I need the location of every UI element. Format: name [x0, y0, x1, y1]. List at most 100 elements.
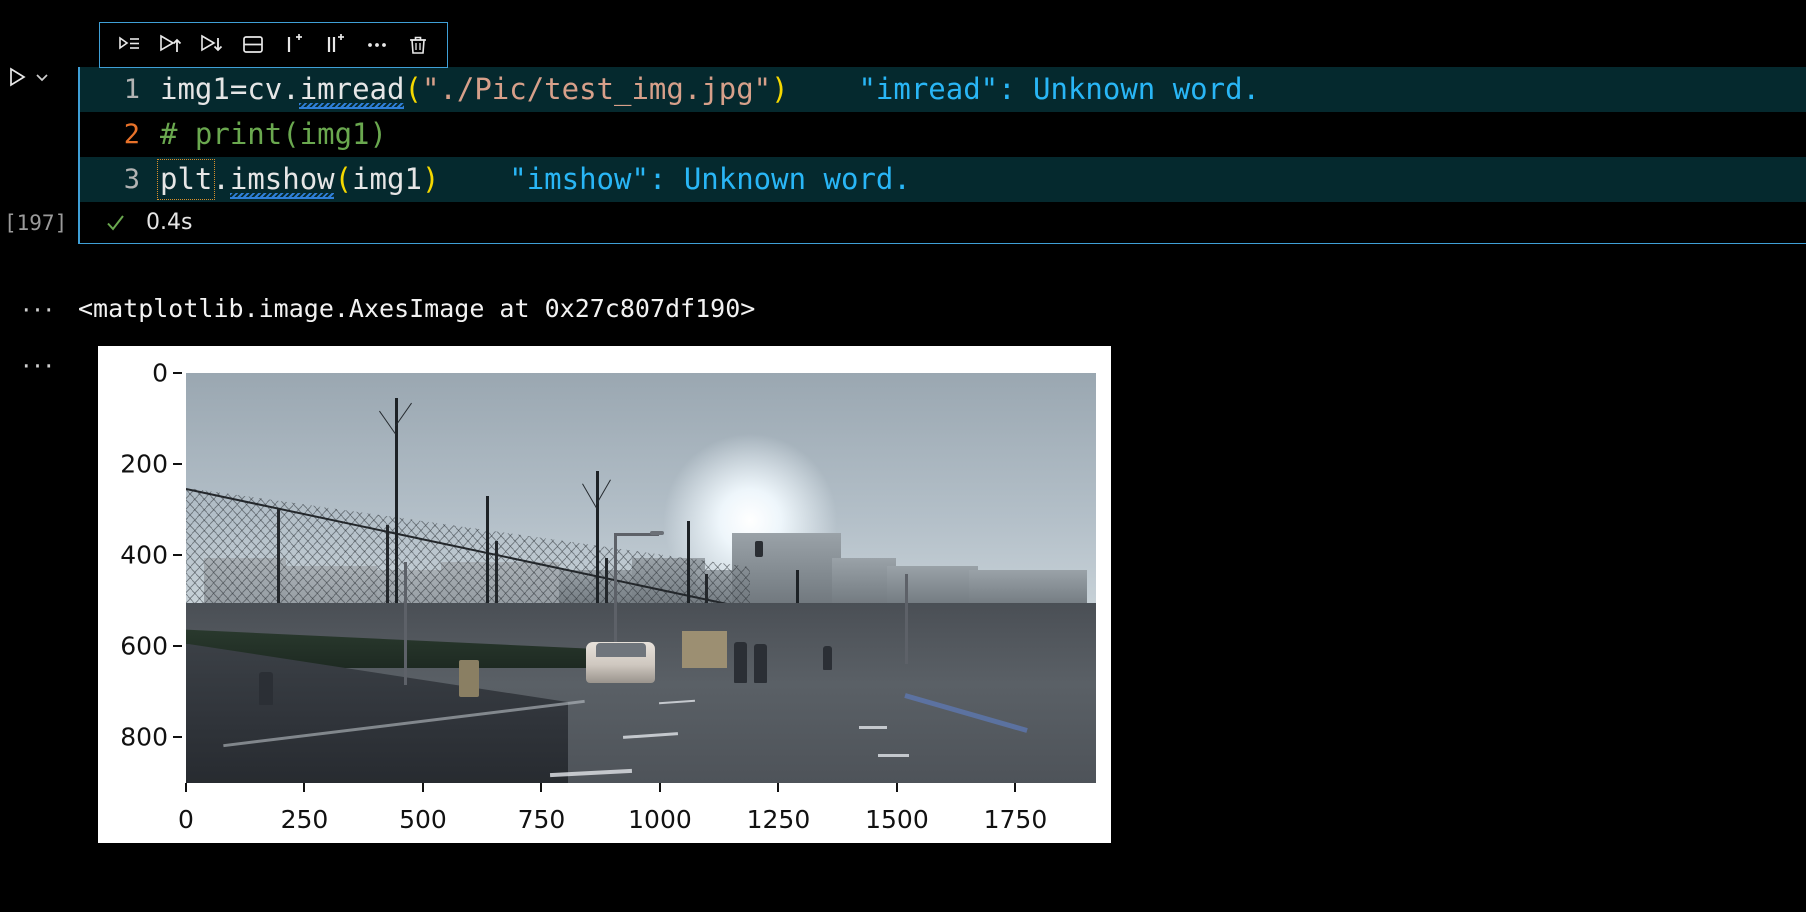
y-tick-mark — [173, 554, 182, 557]
code-token: . — [212, 162, 230, 196]
run-cell-icon[interactable] — [6, 66, 28, 88]
bare-tree — [395, 397, 399, 628]
cell-toolbar — [99, 22, 448, 68]
y-tick-mark — [173, 645, 182, 648]
annotation-spacer — [439, 162, 509, 196]
imshow-image — [186, 373, 1096, 783]
insert-markdown-cell-button[interactable] — [315, 25, 356, 65]
plot-output-options-icon[interactable]: ··· — [0, 346, 78, 382]
x-tick-mark — [895, 783, 898, 792]
cell-outputs: ··· <matplotlib.image.AxesImage at 0x27c… — [0, 290, 1806, 843]
code-token: ( — [404, 72, 422, 106]
output-options-icon[interactable]: ··· — [0, 290, 78, 326]
pedestrian — [258, 672, 274, 706]
cell-run-time: 0.4s — [146, 210, 193, 235]
x-tick-mark — [658, 783, 661, 792]
code-token: img1 — [352, 162, 422, 196]
x-tick-label: 1500 — [865, 805, 929, 834]
code-token: cv — [247, 72, 283, 106]
x-tick-mark — [185, 783, 187, 792]
execute-cell-and-below-button[interactable] — [191, 25, 232, 65]
y-tick-mark — [173, 372, 182, 374]
code-token: = — [229, 72, 248, 106]
y-tick-label: 400 — [120, 540, 168, 570]
code-token: ) — [421, 162, 440, 196]
plot-output-row: ··· 0 200 400 600 800 0 250 500 750 1000 1250 1500… — [0, 346, 1806, 843]
lane-marking — [859, 725, 887, 729]
pedestrian — [733, 641, 748, 683]
code-token: "./Pic/test_img.jpg" — [421, 72, 772, 106]
y-tick-label: 0 — [152, 358, 168, 388]
spell-error-squiggle — [229, 193, 334, 199]
code-editor[interactable]: 1 img1=cv.imread("./Pic/test_img.jpg") "i… — [80, 67, 1806, 202]
x-tick-label: 1250 — [746, 805, 811, 834]
code-token: img1 — [160, 72, 230, 106]
x-tick-mark — [1014, 783, 1017, 792]
x-tick-mark — [421, 783, 424, 792]
x-tick-label: 250 — [280, 805, 329, 834]
code-line-text: plt.imshow(img1) "imshow": Unknown word. — [157, 157, 911, 202]
y-tick-mark — [173, 463, 182, 466]
annotation-spacer — [789, 72, 859, 106]
line-number: 1 — [123, 74, 140, 105]
car-windshield — [595, 642, 646, 657]
execution-count: [197] — [4, 210, 68, 235]
execute-cell-and-above-button[interactable] — [149, 25, 190, 65]
cell-status-row: [197] 0.4s — [4, 202, 1806, 244]
inline-diagnostic-message: "imshow": Unknown word. — [509, 162, 911, 196]
code-line[interactable]: 1 img1=cv.imread("./Pic/test_img.jpg") "i… — [80, 67, 1806, 112]
check-icon — [104, 212, 126, 234]
code-token: imread — [299, 72, 405, 106]
code-line[interactable]: 2 # print(img1) — [80, 112, 1806, 157]
code-line-text: # print(img1) — [160, 112, 387, 157]
matplotlib-figure: 0 200 400 600 800 0 250 500 750 1000 1250 1500 1750 — [98, 346, 1111, 843]
x-tick-label: 750 — [517, 805, 566, 834]
x-tick-label: 1750 — [983, 805, 1048, 834]
lane-marking — [877, 754, 910, 758]
insert-code-cell-button[interactable] — [274, 25, 315, 65]
x-axis-ticks: 0 250 500 750 1000 1250 1500 1750 — [98, 783, 1111, 843]
more-actions-button[interactable] — [356, 25, 397, 65]
code-token: ( — [334, 162, 353, 196]
cell-run-gutter — [6, 60, 68, 94]
pedestrian — [753, 643, 768, 683]
x-tick-label: 0 — [178, 805, 194, 834]
lamp-post — [904, 573, 908, 665]
x-tick-mark — [540, 783, 543, 792]
text-output-value: <matplotlib.image.AxesImage at 0x27c807d… — [78, 294, 756, 323]
x-tick-label: 500 — [399, 805, 447, 834]
x-tick-label: 1000 — [628, 805, 692, 834]
lamp-post — [613, 532, 617, 656]
code-token: plt — [160, 162, 213, 196]
y-tick-label: 200 — [120, 449, 168, 479]
x-tick-mark — [303, 783, 306, 792]
code-cell[interactable]: 1 img1=cv.imread("./Pic/test_img.jpg") "i… — [4, 67, 1806, 244]
y-tick-mark — [173, 736, 182, 739]
code-line[interactable]: 3 plt.imshow(img1) "imshow": Unknown word… — [80, 157, 1806, 202]
code-token: # print(img1) — [160, 117, 387, 151]
roadside-kiosk — [681, 631, 728, 669]
spell-error-squiggle — [299, 103, 404, 109]
trash-bin — [459, 660, 480, 697]
x-tick-mark — [777, 783, 780, 792]
lamp-head — [650, 530, 665, 535]
delete-cell-button[interactable] — [398, 25, 439, 65]
y-tick-label: 800 — [120, 722, 168, 752]
pedestrian — [823, 645, 833, 671]
traffic-signal — [754, 541, 763, 558]
text-output-row: ··· <matplotlib.image.AxesImage at 0x27c… — [0, 290, 1806, 326]
chevron-down-icon[interactable] — [34, 69, 50, 85]
execute-above-cells-button[interactable] — [108, 25, 149, 65]
line-number: 2 — [123, 119, 140, 150]
line-number: 3 — [123, 164, 140, 195]
code-token: imshow — [229, 162, 335, 196]
split-cell-button[interactable] — [232, 25, 273, 65]
notebook-cell-view: 1 img1=cv.imread("./Pic/test_img.jpg") "i… — [0, 0, 1806, 912]
inline-diagnostic-message: "imread": Unknown word. — [858, 72, 1261, 106]
code-token: . — [282, 72, 300, 106]
code-line-text: img1=cv.imread("./Pic/test_img.jpg") "im… — [160, 67, 1260, 112]
code-token: ) — [771, 72, 789, 106]
lamp-post — [404, 561, 408, 685]
y-tick-label: 600 — [120, 631, 168, 661]
y-axis-ticks: 0 200 400 600 800 — [98, 346, 182, 843]
